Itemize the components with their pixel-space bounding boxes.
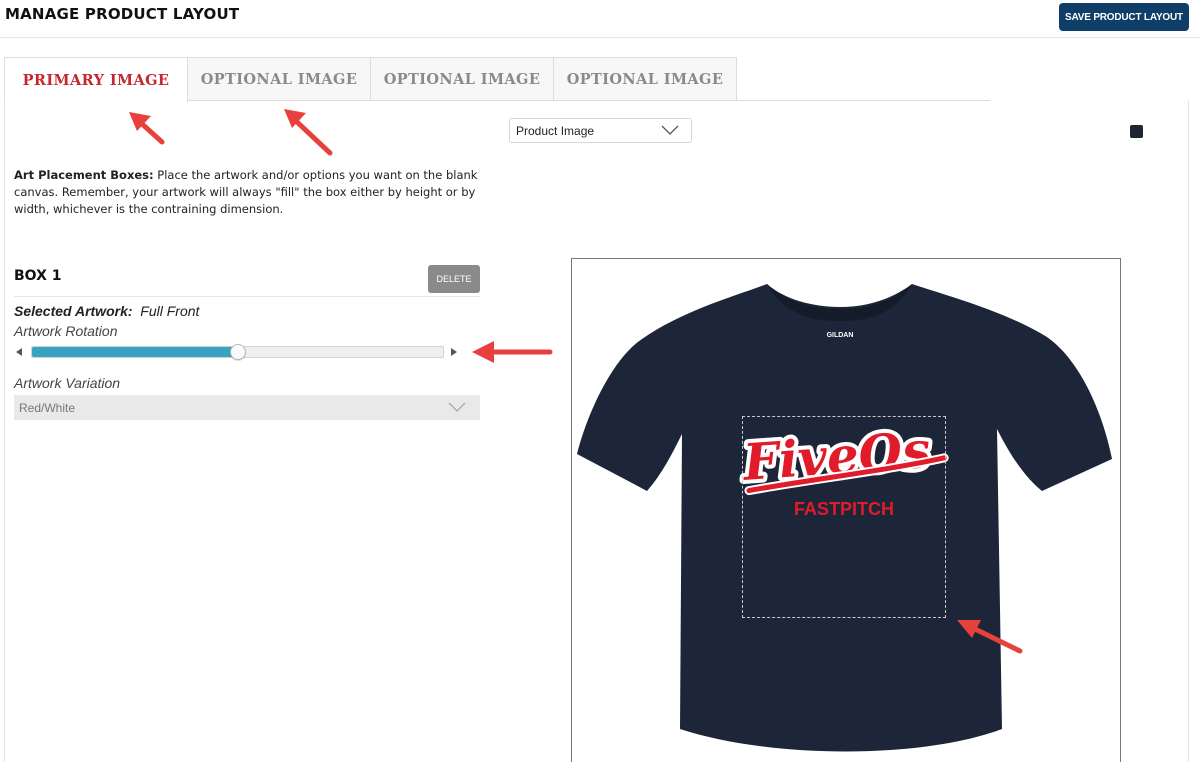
art-placement-instructions: Art Placement Boxes: Place the artwork a… xyxy=(14,167,484,218)
image-tabs: PRIMARY IMAGE OPTIONAL IMAGE OPTIONAL IM… xyxy=(4,57,737,102)
save-product-layout-button[interactable]: SAVE PRODUCT LAYOUT xyxy=(1059,3,1189,31)
tab-optional-image-2[interactable]: OPTIONAL IMAGE xyxy=(370,57,554,101)
box-title: BOX 1 xyxy=(14,268,62,284)
artwork-variation-select[interactable]: Red/White xyxy=(14,395,480,420)
product-image-select-value: Product Image xyxy=(516,124,595,138)
page-title: MANAGE PRODUCT LAYOUT xyxy=(5,5,240,23)
tab-primary-image[interactable]: PRIMARY IMAGE xyxy=(4,57,188,102)
tab-optional-image-3[interactable]: OPTIONAL IMAGE xyxy=(553,57,737,101)
shirt-tag-label: GILDAN xyxy=(827,332,854,339)
box-divider xyxy=(14,296,480,297)
art-placement-box[interactable] xyxy=(742,416,946,618)
selected-artwork: Selected Artwork: Full Front xyxy=(14,303,199,319)
chevron-down-icon xyxy=(661,125,679,135)
arrow-icon xyxy=(472,341,553,363)
slider-fill xyxy=(32,347,238,357)
tab-underline xyxy=(187,100,990,101)
product-image-select[interactable]: Product Image xyxy=(509,118,692,143)
instructions-label: Art Placement Boxes: xyxy=(14,168,154,182)
header-divider xyxy=(0,37,1200,38)
artwork-rotation-slider[interactable] xyxy=(31,344,444,360)
color-swatch[interactable] xyxy=(1130,125,1143,138)
selected-artwork-value: Full Front xyxy=(140,303,200,319)
tab-optional-image-1[interactable]: OPTIONAL IMAGE xyxy=(187,57,371,101)
panel-border-right xyxy=(1188,100,1189,762)
slider-decrease-arrow-icon[interactable] xyxy=(16,348,22,356)
chevron-down-icon xyxy=(448,402,466,412)
panel-border-left xyxy=(4,100,5,762)
artwork-variation-value: Red/White xyxy=(19,401,76,415)
selected-artwork-label: Selected Artwork: xyxy=(14,303,133,319)
slider-thumb[interactable] xyxy=(229,344,246,360)
artwork-rotation-label: Artwork Rotation xyxy=(14,323,118,339)
arrow-icon xyxy=(284,109,333,156)
delete-box-button[interactable]: DELETE xyxy=(428,265,480,293)
artwork-variation-label: Artwork Variation xyxy=(14,375,121,391)
slider-increase-arrow-icon[interactable] xyxy=(451,348,457,356)
arrow-icon xyxy=(129,112,165,145)
